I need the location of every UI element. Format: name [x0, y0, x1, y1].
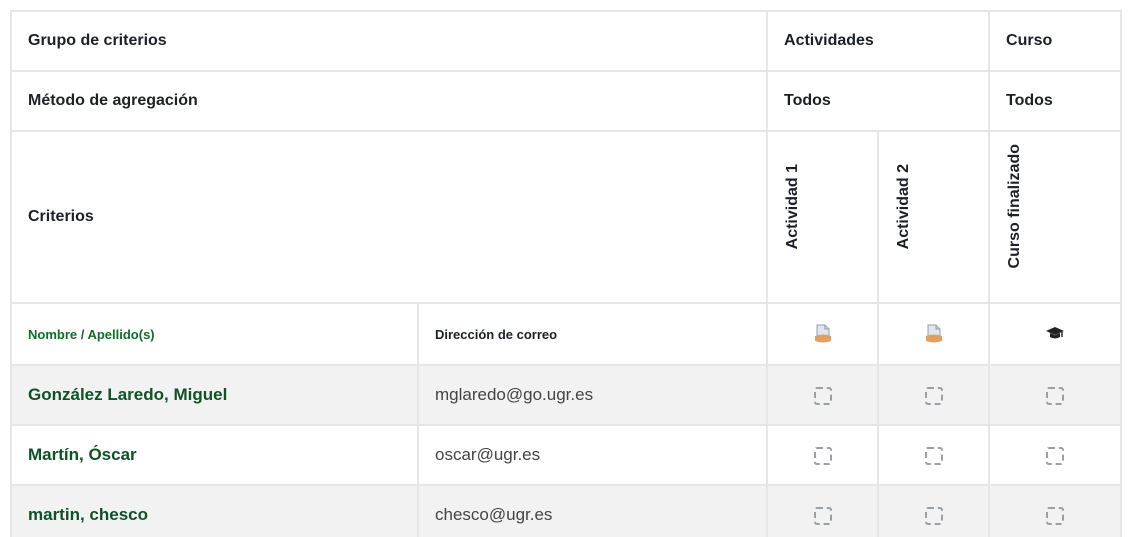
completion-report: Grupo de criterios Actividades Curso Mét…: [0, 0, 1130, 537]
criteria-activity-1-cell: Actividad 1: [766, 130, 880, 304]
completion-cell: [766, 484, 880, 537]
incomplete-checkbox-icon[interactable]: [813, 386, 832, 405]
user-email: chesco@ugr.es: [416, 484, 769, 537]
name-column-header[interactable]: Nombre / Apellido(s): [10, 302, 419, 366]
criteria-course-complete: Curso finalizado: [1006, 144, 1024, 269]
criteria-row: Criterios Actividad 1 Actividad 2 Curso …: [9, 130, 1123, 304]
user-name-link[interactable]: Martín, Óscar: [10, 424, 419, 486]
criteria-activity-1[interactable]: Actividad 1: [784, 164, 802, 249]
completion-cell: [766, 364, 880, 426]
completion-cell: [877, 484, 991, 537]
activity-page-icon[interactable]: [925, 324, 943, 344]
criteria-group-activities: Actividades: [766, 10, 991, 72]
activity-2-icon-cell: [877, 302, 991, 366]
incomplete-checkbox-icon[interactable]: [813, 506, 832, 525]
user-name-link[interactable]: González Laredo, Miguel: [10, 364, 419, 426]
activity-1-icon-cell: [766, 302, 880, 366]
column-header-row: Nombre / Apellido(s) Dirección de correo: [10, 302, 1123, 366]
incomplete-checkbox-icon[interactable]: [1046, 386, 1065, 405]
criteria-course-complete-cell: Curso finalizado: [988, 130, 1123, 304]
completion-cell: [766, 424, 880, 486]
table-row: González Laredo, Miguel mglaredo@go.ugr.…: [10, 364, 1123, 426]
criteria-activity-2[interactable]: Actividad 2: [895, 164, 913, 249]
criteria-group-course: Curso: [988, 10, 1123, 72]
user-email: oscar@ugr.es: [416, 424, 769, 486]
activity-page-icon[interactable]: [814, 324, 832, 344]
completion-table: Grupo de criterios Actividades Curso Mét…: [9, 10, 1123, 537]
criteria-activity-2-cell: Actividad 2: [877, 130, 991, 304]
aggregation-method-label: Método de agregación: [9, 70, 769, 132]
aggregation-method-activities: Todos: [766, 70, 991, 132]
criteria-group-row: Grupo de criterios Actividades Curso: [9, 10, 1123, 72]
incomplete-checkbox-icon[interactable]: [924, 446, 943, 465]
incomplete-checkbox-icon[interactable]: [924, 506, 943, 525]
completion-cell: [988, 484, 1123, 537]
aggregation-method-row: Método de agregación Todos Todos: [9, 70, 1123, 132]
incomplete-checkbox-icon[interactable]: [813, 446, 832, 465]
table-row: martin, chesco chesco@ugr.es: [10, 484, 1123, 537]
incomplete-checkbox-icon[interactable]: [924, 386, 943, 405]
table-row: Martín, Óscar oscar@ugr.es: [10, 424, 1123, 486]
course-icon-cell: [988, 302, 1123, 366]
email-column-header: Dirección de correo: [416, 302, 769, 366]
criteria-group-label: Grupo de criterios: [9, 10, 769, 72]
completion-cell: [877, 424, 991, 486]
incomplete-checkbox-icon[interactable]: [1046, 506, 1065, 525]
graduation-cap-icon: [1046, 327, 1065, 339]
user-email: mglaredo@go.ugr.es: [416, 364, 769, 426]
criteria-label: Criterios: [9, 130, 769, 304]
name-sort-link[interactable]: Nombre / Apellido(s): [28, 327, 155, 342]
incomplete-checkbox-icon[interactable]: [1046, 446, 1065, 465]
completion-cell: [988, 364, 1123, 426]
completion-cell: [988, 424, 1123, 486]
completion-cell: [877, 364, 991, 426]
aggregation-method-course: Todos: [988, 70, 1123, 132]
user-name-link[interactable]: martin, chesco: [10, 484, 419, 537]
